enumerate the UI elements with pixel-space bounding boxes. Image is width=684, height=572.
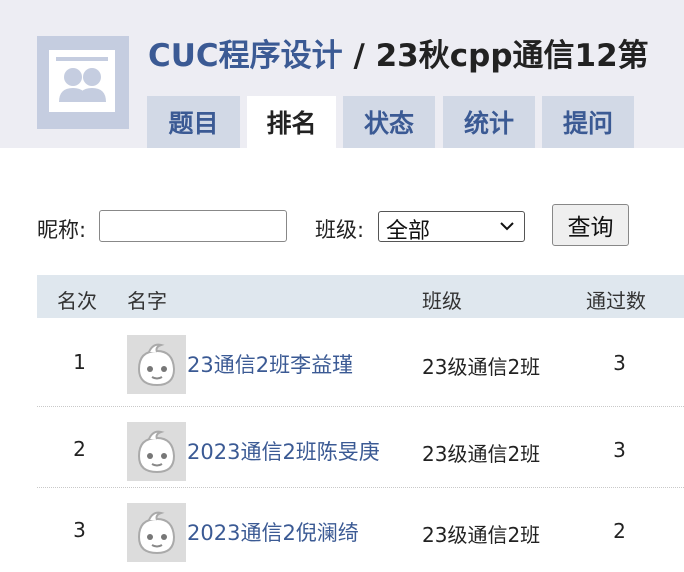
chevron-down-icon [500,222,514,231]
group-link[interactable]: CUC程序设计 [148,38,343,74]
title-separator: / [353,38,365,74]
user-name-link[interactable]: 2023通信2班陈旻庚 [187,436,380,466]
rank-cell: 3 [73,518,86,542]
user-avatar[interactable] [127,335,186,394]
table-row: 2 2023通信2班陈旻庚 23级通信2班 3 [37,406,684,491]
group-placeholder-icon [49,50,115,112]
class-label: 班级: [315,218,365,242]
class-select-value: 全部 [386,219,431,244]
user-avatar[interactable] [127,422,186,481]
nickname-label: 昵称: [37,218,87,242]
class-cell: 23级通信2班 [422,442,541,466]
group-avatar[interactable] [37,36,129,129]
default-avatar-icon [137,343,176,387]
passed-count-cell: 3 [613,351,626,375]
contest-title: 23秋cpp通信12第 [375,38,649,74]
tab-problems[interactable]: 题目 [147,96,240,148]
rank-cell: 1 [73,350,86,374]
query-button[interactable]: 查询 [552,204,629,246]
contest-header: CUC程序设计 / 23秋cpp通信12第 题目 排名 状态 统计 提问 [0,0,684,148]
rank-cell: 2 [73,437,86,461]
user-avatar[interactable] [127,503,186,562]
tab-questions[interactable]: 提问 [542,96,634,148]
column-class: 班级 [422,289,462,313]
default-avatar-icon [137,430,176,474]
column-passed: 通过数 [586,289,646,313]
column-rank: 名次 [57,289,97,313]
passed-count-cell: 3 [613,438,626,462]
class-select[interactable]: 全部 [378,211,525,244]
class-cell: 23级通信2班 [422,523,541,547]
ranking-filter: 昵称: 班级: 全部 查询 [37,204,677,248]
table-row: 1 23通信2班李益瑾 23级通信2班 3 [37,320,684,404]
nickname-input[interactable] [99,210,287,242]
default-avatar-icon [137,511,176,555]
tab-status[interactable]: 状态 [343,96,435,148]
user-name-link[interactable]: 2023通信2倪澜绮 [187,517,359,547]
passed-count-cell: 2 [613,519,626,543]
table-row: 3 2023通信2倪澜绮 23级通信2班 2 [37,487,684,572]
tab-statistics[interactable]: 统计 [443,96,535,148]
tab-ranking[interactable]: 排名 [247,96,336,148]
user-name-link[interactable]: 23通信2班李益瑾 [187,349,353,379]
ranking-table-header: 名次 名字 班级 通过数 [37,275,684,318]
class-cell: 23级通信2班 [422,355,541,379]
page-title: CUC程序设计 / 23秋cpp通信12第 [148,34,649,78]
column-name: 名字 [127,289,167,313]
